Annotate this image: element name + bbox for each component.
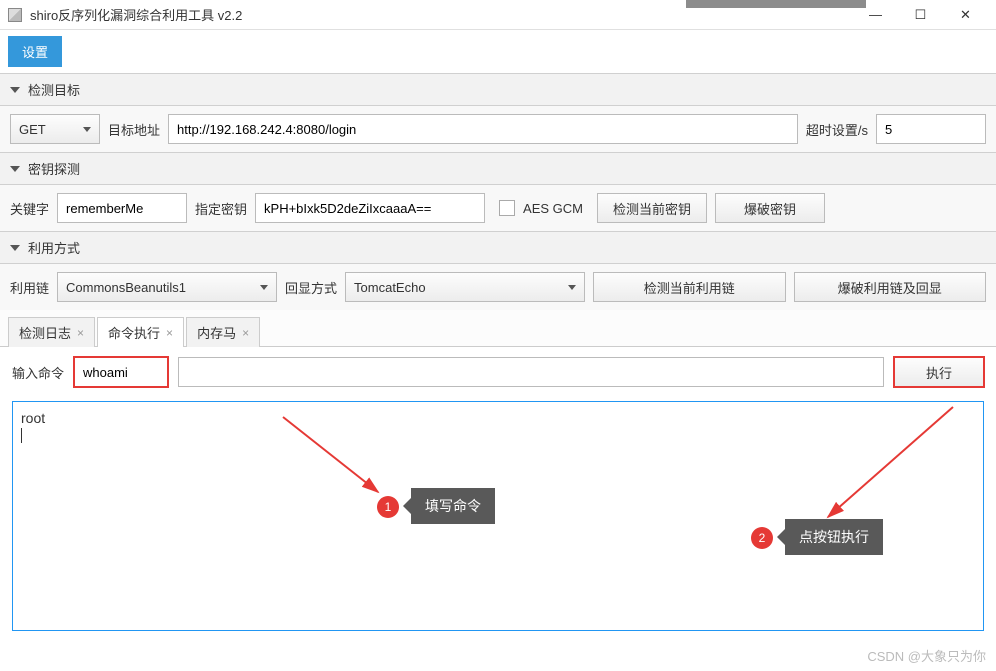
tab-log[interactable]: 检测日志 ×	[8, 317, 95, 347]
app-icon	[8, 8, 22, 22]
keyword-label: 关键字	[10, 199, 49, 218]
url-input[interactable]	[168, 114, 798, 144]
tab-webshell[interactable]: 内存马 ×	[186, 317, 260, 347]
tab-cmd[interactable]: 命令执行 ×	[97, 317, 184, 347]
timeout-input[interactable]	[876, 114, 986, 144]
section-target-body: GET 目标地址 超时设置/s	[0, 106, 996, 152]
chain-select[interactable]: CommonsBeanutils1	[57, 272, 277, 302]
brute-key-label: 爆破密钥	[744, 199, 796, 218]
section-exploit-body: 利用链 CommonsBeanutils1 回显方式 TomcatEcho 检测…	[0, 264, 996, 310]
check-key-button[interactable]: 检测当前密钥	[597, 193, 707, 223]
title-bar: shiro反序列化漏洞综合利用工具 v2.2 — ☐ ✕	[0, 0, 996, 30]
http-method-select[interactable]: GET	[10, 114, 100, 144]
annotation-1-text: 填写命令	[425, 498, 481, 514]
execute-button[interactable]: 执行	[894, 357, 984, 387]
main-toolbar: 设置	[0, 30, 996, 73]
section-key: 密钥探测 关键字 指定密钥 AES GCM 检测当前密钥 爆破密钥	[0, 152, 996, 231]
section-target-title: 检测目标	[28, 80, 80, 99]
window-title: shiro反序列化漏洞综合利用工具 v2.2	[30, 5, 853, 24]
watermark: CSDN @大象只为你	[867, 646, 986, 665]
annotation-2-num: 2	[759, 531, 766, 545]
section-exploit-header[interactable]: 利用方式	[0, 232, 996, 264]
echo-label: 回显方式	[285, 278, 337, 297]
check-chain-label: 检测当前利用链	[644, 278, 735, 297]
section-key-body: 关键字 指定密钥 AES GCM 检测当前密钥 爆破密钥	[0, 185, 996, 231]
specified-key-input[interactable]	[255, 193, 485, 223]
annotation-label-1: 填写命令	[411, 488, 495, 524]
brute-key-button[interactable]: 爆破密钥	[715, 193, 825, 223]
section-key-title: 密钥探测	[28, 159, 80, 178]
chain-label: 利用链	[10, 278, 49, 297]
url-label: 目标地址	[108, 120, 160, 139]
echo-select[interactable]: TomcatEcho	[345, 272, 585, 302]
settings-button[interactable]: 设置	[8, 36, 62, 67]
command-row: 输入命令 执行	[0, 347, 996, 397]
section-exploit: 利用方式 利用链 CommonsBeanutils1 回显方式 TomcatEc…	[0, 231, 996, 310]
annotation-1-num: 1	[385, 500, 392, 514]
checkbox-icon	[499, 200, 515, 216]
command-input[interactable]	[178, 357, 884, 387]
maximize-button[interactable]: ☐	[898, 1, 943, 29]
brute-chain-button[interactable]: 爆破利用链及回显	[794, 272, 986, 302]
section-target: 检测目标 GET 目标地址 超时设置/s	[0, 73, 996, 152]
check-key-label: 检测当前密钥	[613, 199, 691, 218]
chevron-down-icon	[568, 285, 576, 290]
close-icon[interactable]: ×	[242, 326, 249, 340]
chevron-down-icon	[10, 245, 20, 251]
chain-value: CommonsBeanutils1	[66, 280, 186, 295]
section-exploit-title: 利用方式	[28, 238, 80, 257]
text-cursor	[21, 426, 22, 442]
execute-button-label: 执行	[926, 363, 952, 382]
chevron-down-icon	[10, 166, 20, 172]
command-input-highlight[interactable]	[74, 357, 168, 387]
chevron-down-icon	[83, 127, 91, 132]
arrow-icon	[163, 407, 393, 517]
annotation-2-text: 点按钮执行	[799, 529, 869, 545]
brute-chain-label: 爆破利用链及回显	[838, 278, 942, 297]
tab-cmd-label: 命令执行	[108, 323, 160, 342]
arrow-icon	[763, 402, 983, 532]
window-controls: — ☐ ✕	[853, 1, 988, 29]
section-target-header[interactable]: 检测目标	[0, 74, 996, 106]
chevron-down-icon	[10, 87, 20, 93]
tab-webshell-label: 内存马	[197, 323, 236, 342]
close-icon[interactable]: ×	[77, 326, 84, 340]
tab-log-label: 检测日志	[19, 323, 71, 342]
http-method-value: GET	[19, 122, 46, 137]
output-text: root	[21, 410, 45, 426]
aes-gcm-label: AES GCM	[523, 201, 583, 216]
close-button[interactable]: ✕	[943, 1, 988, 29]
chevron-down-icon	[260, 285, 268, 290]
minimize-button[interactable]: —	[853, 1, 898, 29]
tabs-row: 检测日志 × 命令执行 × 内存马 ×	[0, 310, 996, 347]
check-chain-button[interactable]: 检测当前利用链	[593, 272, 785, 302]
section-key-header[interactable]: 密钥探测	[0, 153, 996, 185]
specified-key-label: 指定密钥	[195, 199, 247, 218]
timeout-label: 超时设置/s	[806, 120, 868, 139]
echo-value: TomcatEcho	[354, 280, 426, 295]
annotation-badge-2: 2	[751, 527, 773, 549]
command-label: 输入命令	[12, 363, 64, 382]
aes-gcm-checkbox[interactable]: AES GCM	[499, 200, 583, 216]
keyword-input[interactable]	[57, 193, 187, 223]
annotation-badge-1: 1	[377, 496, 399, 518]
annotation-label-2: 点按钮执行	[785, 519, 883, 555]
output-area[interactable]: root 1 填写命令 2 点按钮执行	[12, 401, 984, 631]
close-icon[interactable]: ×	[166, 326, 173, 340]
